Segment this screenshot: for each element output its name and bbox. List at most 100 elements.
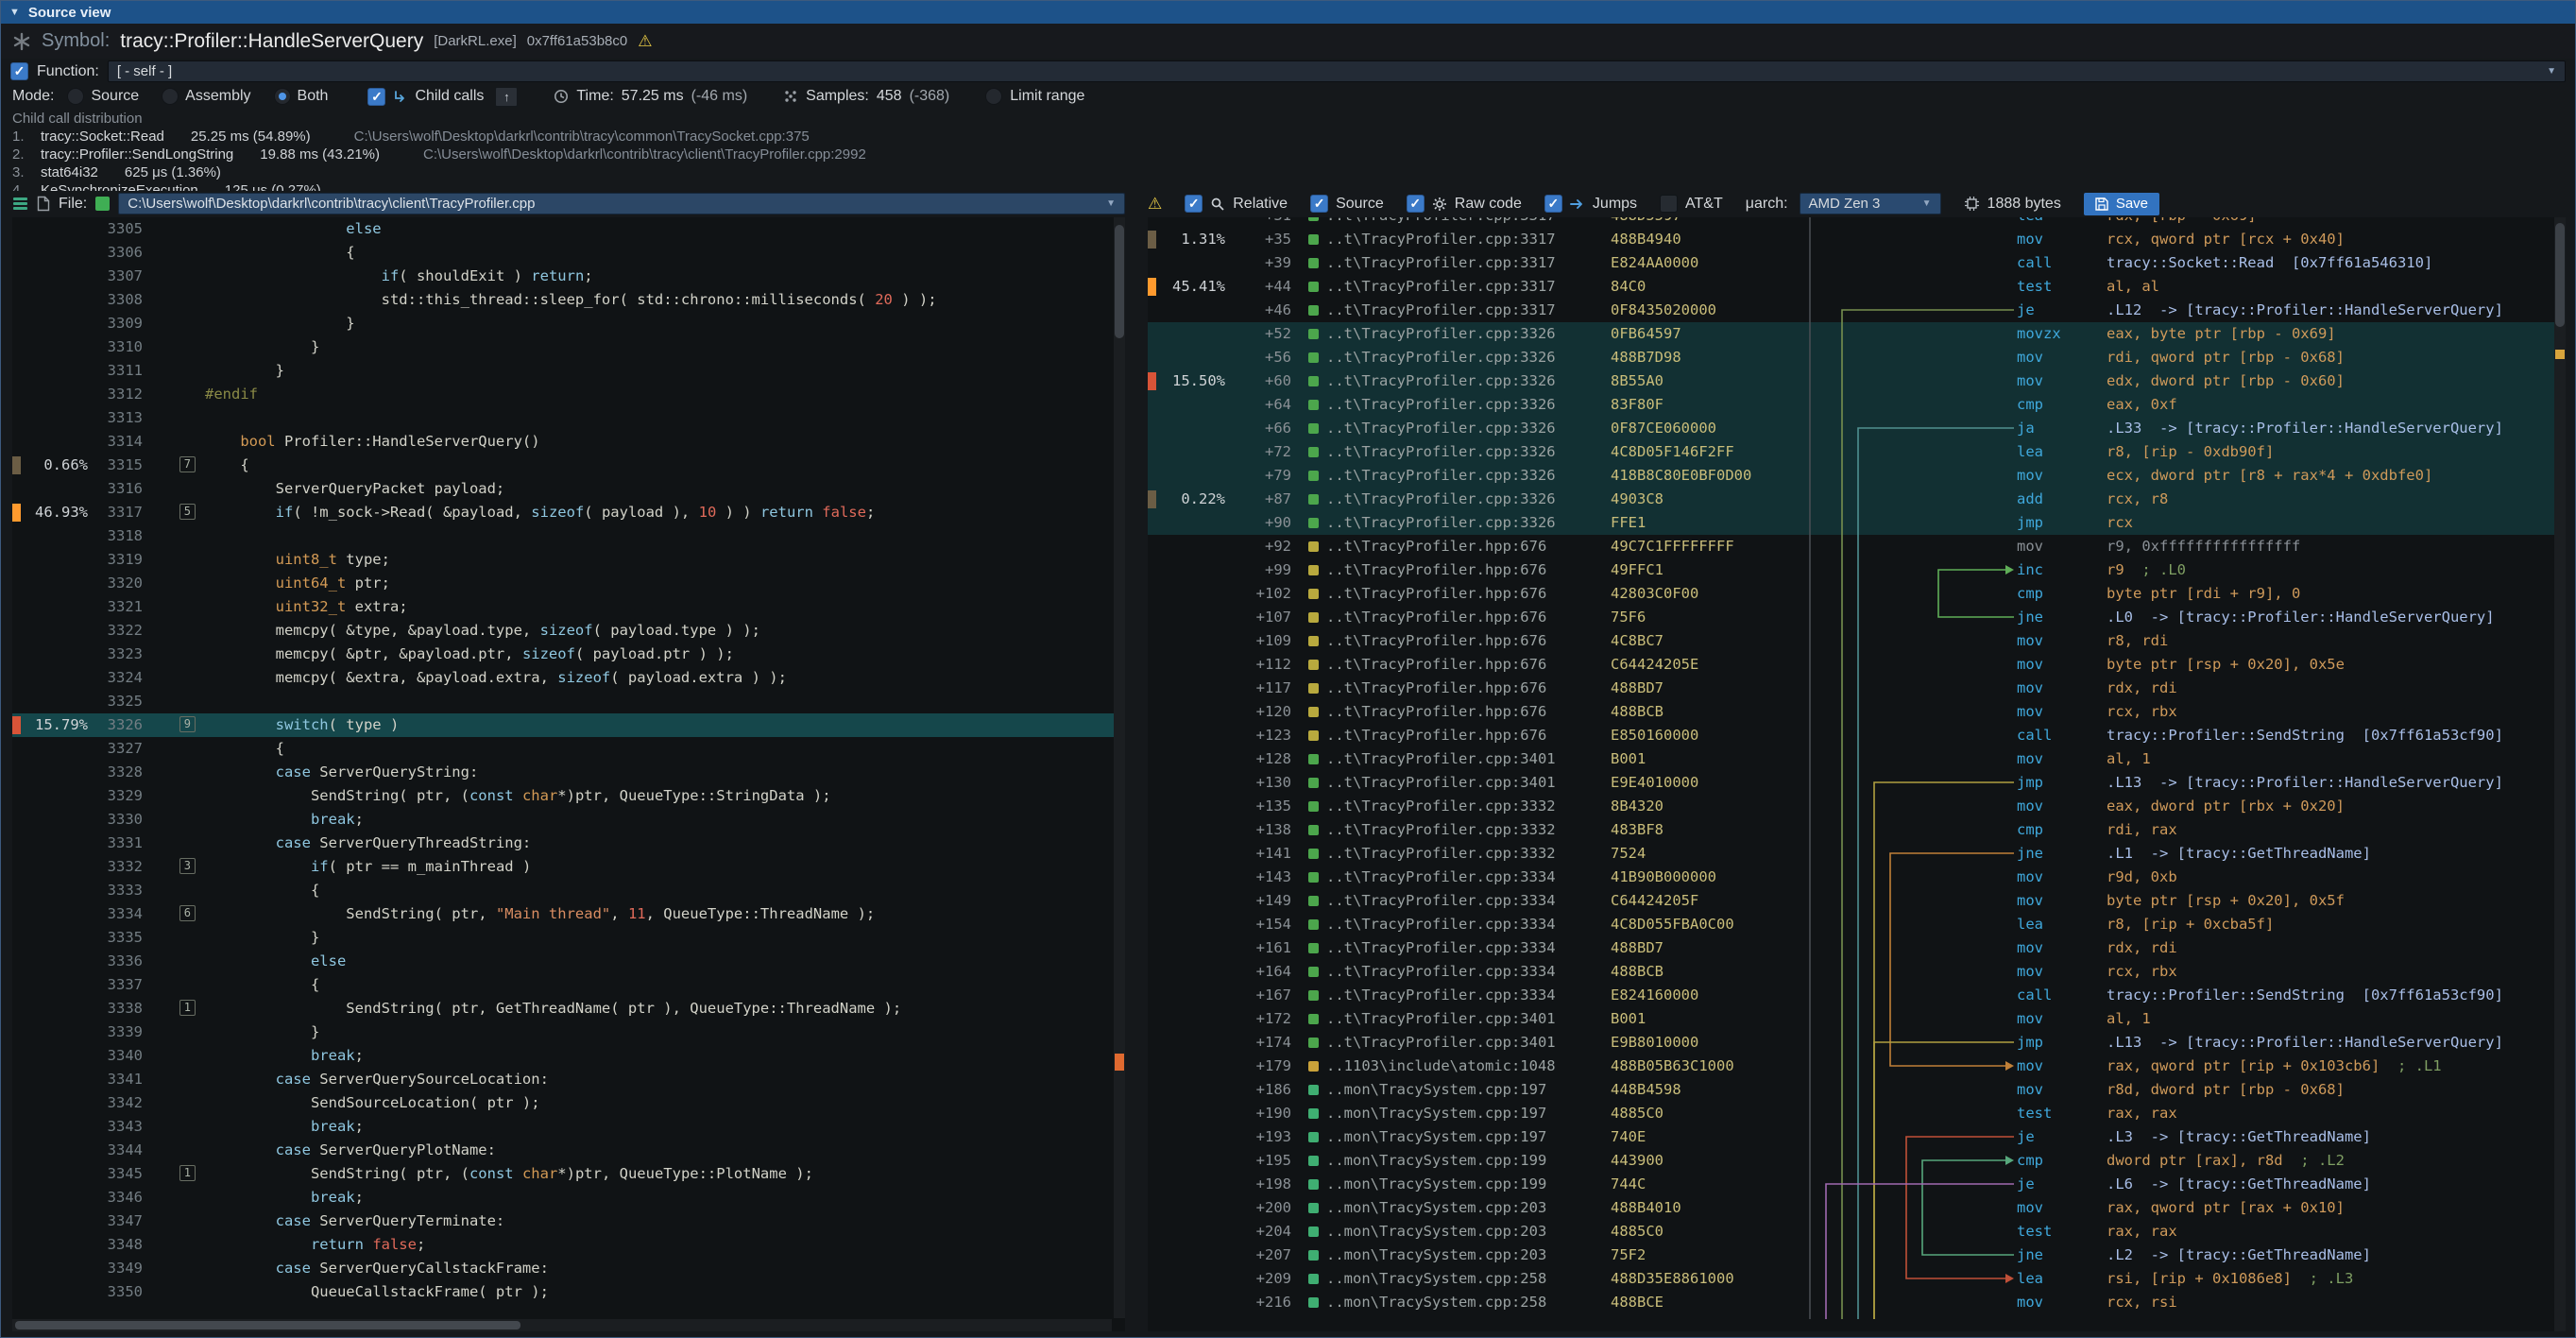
- asm-row[interactable]: +167..t\TracyProfiler.cpp:3334E824160000…: [1148, 984, 2566, 1007]
- source-line[interactable]: 33323if( ptr == m_mainThread ): [12, 855, 1125, 879]
- asm-row[interactable]: +56..t\TracyProfiler.cpp:3326488B7D98mov…: [1148, 346, 2566, 369]
- source-checkbox[interactable]: ✓: [1310, 195, 1328, 213]
- asm-row[interactable]: +204..mon\TracySystem.cpp:2034885C0testr…: [1148, 1220, 2566, 1244]
- asm-row[interactable]: +141..t\TracyProfiler.cpp:33327524jne.L1…: [1148, 842, 2566, 866]
- asm-row[interactable]: +200..mon\TracySystem.cpp:203488B4010mov…: [1148, 1196, 2566, 1220]
- jumps-toggle[interactable]: ✓ Jumps: [1544, 195, 1637, 213]
- source-line[interactable]: 3324memcpy( &extra, &payload.extra, size…: [12, 666, 1125, 690]
- source-line[interactable]: 3309}: [12, 312, 1125, 335]
- asm-row[interactable]: 15.50%+60..t\TracyProfiler.cpp:33268B55A…: [1148, 369, 2566, 393]
- source-line[interactable]: 3342SendSourceLocation( ptr );: [12, 1091, 1125, 1115]
- source-line[interactable]: 3337{: [12, 973, 1125, 997]
- raw-code-checkbox[interactable]: ✓: [1407, 195, 1424, 213]
- relative-checkbox[interactable]: ✓: [1185, 195, 1203, 213]
- asm-row[interactable]: +107..t\TracyProfiler.hpp:67675F6jne.L0 …: [1148, 606, 2566, 629]
- raw-code-toggle[interactable]: ✓ Raw code: [1407, 195, 1522, 213]
- uarch-combo[interactable]: AMD Zen 3 ▼: [1800, 193, 1941, 214]
- source-line[interactable]: 3306{: [12, 241, 1125, 265]
- source-line[interactable]: 33381SendString( ptr, GetThreadName( ptr…: [12, 997, 1125, 1021]
- relative-toggle[interactable]: ✓ Relative: [1185, 195, 1288, 213]
- child-calls-checkbox[interactable]: ✓: [367, 88, 385, 106]
- source-line[interactable]: 3348return false;: [12, 1233, 1125, 1257]
- asm-row[interactable]: +128..t\TracyProfiler.cpp:3401B001moval,…: [1148, 747, 2566, 771]
- asm-row[interactable]: +120..t\TracyProfiler.hpp:676488BCBmovrc…: [1148, 700, 2566, 724]
- child-call-row[interactable]: 1.tracy::Socket::Read25.25 ms (54.89%)C:…: [12, 128, 2564, 146]
- asm-row[interactable]: +135..t\TracyProfiler.cpp:33328B4320move…: [1148, 795, 2566, 818]
- source-line[interactable]: 3335}: [12, 926, 1125, 950]
- asm-row[interactable]: +39..t\TracyProfiler.cpp:3317E824AA0000c…: [1148, 251, 2566, 275]
- source-line[interactable]: 3343break;: [12, 1115, 1125, 1139]
- asm-row[interactable]: +190..mon\TracySystem.cpp:1974885C0testr…: [1148, 1102, 2566, 1125]
- source-line[interactable]: 3311}: [12, 359, 1125, 383]
- mode-option-both[interactable]: Both: [274, 88, 329, 105]
- source-line[interactable]: 3328case ServerQueryString:: [12, 761, 1125, 784]
- source-line[interactable]: 0.66%33157{: [12, 454, 1125, 477]
- source-line[interactable]: 46.93%33175if( !m_sock->Read( &payload, …: [12, 501, 1125, 524]
- asm-row[interactable]: +99..t\TracyProfiler.hpp:67649FFC1incr9 …: [1148, 558, 2566, 582]
- asm-row[interactable]: +31..t\TracyProfiler.cpp:3317488D5597lea…: [1148, 217, 2566, 228]
- source-line[interactable]: 3330break;: [12, 808, 1125, 832]
- child-calls-toggle[interactable]: ✓ Child calls: [367, 88, 484, 106]
- asm-row[interactable]: 45.41%+44..t\TracyProfiler.cpp:331784C0t…: [1148, 275, 2566, 299]
- source-line[interactable]: 3336else: [12, 950, 1125, 973]
- source-line[interactable]: 3307if( shouldExit ) return;: [12, 265, 1125, 288]
- asm-row[interactable]: +90..t\TracyProfiler.cpp:3326FFE1jmprcx: [1148, 511, 2566, 535]
- save-button[interactable]: Save: [2084, 193, 2159, 215]
- source-line[interactable]: 3331case ServerQueryThreadString:: [12, 832, 1125, 855]
- asm-row[interactable]: +79..t\TracyProfiler.cpp:3326418B8C80E0B…: [1148, 464, 2566, 488]
- radio-icon[interactable]: [162, 88, 179, 105]
- asm-row[interactable]: +186..mon\TracySystem.cpp:197448B4598mov…: [1148, 1078, 2566, 1102]
- source-line[interactable]: 3341case ServerQuerySourceLocation:: [12, 1068, 1125, 1091]
- asm-row[interactable]: +216..mon\TracySystem.cpp:258488BCEmovrc…: [1148, 1291, 2566, 1314]
- jump-up-button[interactable]: ↑: [495, 87, 518, 107]
- source-line[interactable]: 3327{: [12, 737, 1125, 761]
- source-line[interactable]: 3319uint8_t type;: [12, 548, 1125, 572]
- source-line[interactable]: 3349case ServerQueryCallstackFrame:: [12, 1257, 1125, 1280]
- source-line[interactable]: 3321uint32_t extra;: [12, 595, 1125, 619]
- asm-row[interactable]: +209..mon\TracySystem.cpp:258488D35E8861…: [1148, 1267, 2566, 1291]
- asm-row[interactable]: +207..mon\TracySystem.cpp:20375F2jne.L2 …: [1148, 1244, 2566, 1267]
- source-line[interactable]: 3316ServerQueryPacket payload;: [12, 477, 1125, 501]
- asm-row[interactable]: +72..t\TracyProfiler.cpp:33264C8D05F146F…: [1148, 440, 2566, 464]
- limit-range-checkbox[interactable]: [985, 88, 1002, 105]
- radio-icon[interactable]: [67, 88, 84, 105]
- source-line[interactable]: 3333{: [12, 879, 1125, 902]
- scrollbar-handle[interactable]: [1115, 225, 1124, 338]
- asm-row[interactable]: +161..t\TracyProfiler.cpp:3334488BD7movr…: [1148, 936, 2566, 960]
- limit-range-toggle[interactable]: Limit range: [985, 88, 1084, 105]
- source-line[interactable]: 3350QueueCallstackFrame( ptr );: [12, 1280, 1125, 1304]
- file-combo[interactable]: C:\Users\wolf\Desktop\darkrl\contrib\tra…: [118, 193, 1125, 214]
- asm-row[interactable]: +143..t\TracyProfiler.cpp:333441B90B0000…: [1148, 866, 2566, 889]
- source-line[interactable]: 3305else: [12, 217, 1125, 241]
- mode-option-assembly[interactable]: Assembly: [162, 88, 250, 105]
- asm-row[interactable]: +123..t\TracyProfiler.hpp:676E850160000c…: [1148, 724, 2566, 747]
- asm-row[interactable]: +174..t\TracyProfiler.cpp:3401E9B8010000…: [1148, 1031, 2566, 1055]
- collapse-triangle-icon[interactable]: ▼: [9, 7, 20, 18]
- source-line[interactable]: 3313: [12, 406, 1125, 430]
- asm-row[interactable]: +138..t\TracyProfiler.cpp:3332483BF8cmpr…: [1148, 818, 2566, 842]
- asm-row[interactable]: +198..mon\TracySystem.cpp:199744Cje.L6 -…: [1148, 1173, 2566, 1196]
- source-line[interactable]: 33346SendString( ptr, "Main thread", 11,…: [12, 902, 1125, 926]
- mode-option-source[interactable]: Source: [67, 88, 139, 105]
- source-line[interactable]: 3318: [12, 524, 1125, 548]
- asm-row[interactable]: +66..t\TracyProfiler.cpp:33260F87CE06000…: [1148, 417, 2566, 440]
- source-line[interactable]: 3325: [12, 690, 1125, 713]
- source-line[interactable]: 3340break;: [12, 1044, 1125, 1068]
- source-line[interactable]: 3320uint64_t ptr;: [12, 572, 1125, 595]
- source-toggle[interactable]: ✓ Source: [1310, 195, 1384, 213]
- source-line[interactable]: 33451SendString( ptr, (const char*)ptr, …: [12, 1162, 1125, 1186]
- source-line[interactable]: 3329SendString( ptr, (const char*)ptr, Q…: [12, 784, 1125, 808]
- list-icon[interactable]: [12, 197, 28, 211]
- asm-row[interactable]: +154..t\TracyProfiler.cpp:33344C8D055FBA…: [1148, 913, 2566, 936]
- source-vertical-scrollbar[interactable]: [1114, 217, 1125, 1318]
- function-checkbox[interactable]: ✓: [10, 62, 28, 80]
- asm-row[interactable]: +195..mon\TracySystem.cpp:199443900cmpdw…: [1148, 1149, 2566, 1173]
- asm-row[interactable]: +92..t\TracyProfiler.hpp:67649C7C1FFFFFF…: [1148, 535, 2566, 558]
- source-line[interactable]: 3344case ServerQueryPlotName:: [12, 1139, 1125, 1162]
- asm-row[interactable]: +172..t\TracyProfiler.cpp:3401B001moval,…: [1148, 1007, 2566, 1031]
- function-combo[interactable]: [ - self - ] ▼: [108, 60, 2566, 82]
- source-line[interactable]: 15.79%33269switch( type ): [12, 713, 1125, 737]
- source-line[interactable]: 3312#endif: [12, 383, 1125, 406]
- scrollbar-handle[interactable]: [2555, 223, 2565, 327]
- source-line[interactable]: 3339}: [12, 1021, 1125, 1044]
